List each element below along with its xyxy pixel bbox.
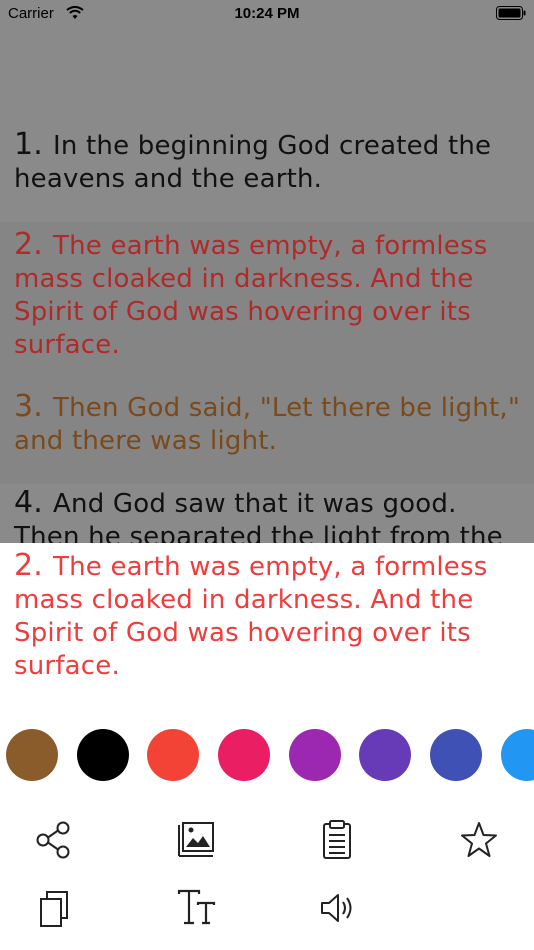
verse-text: In the beginning God created the heavens… <box>14 131 492 194</box>
share-icon <box>36 821 70 859</box>
verse-text: And God saw that it was good. Then he se… <box>14 489 503 543</box>
color-swatch-black[interactable] <box>77 729 129 781</box>
verse-preview: 2. The earth was empty, a formless mass c… <box>14 549 524 683</box>
copy-icon <box>40 891 68 927</box>
bookmark-star-button[interactable] <box>454 815 504 865</box>
color-swatch-indigo[interactable] <box>430 729 482 781</box>
star-icon <box>461 822 497 857</box>
color-swatch-blue[interactable] <box>501 729 534 781</box>
clipboard-button[interactable] <box>312 815 362 865</box>
preview-verse-text: The earth was empty, a formless mass clo… <box>14 552 488 681</box>
speaker-icon <box>321 894 352 922</box>
verse-2[interactable]: 2. The earth was empty, a formless mass c… <box>14 228 524 362</box>
preview-verse-number: 2. <box>14 548 44 583</box>
verse-3[interactable]: 3. Then God said, "Let there be light," a… <box>14 390 524 458</box>
color-swatch-deep-purple[interactable] <box>359 729 411 781</box>
action-toolbar-row-1 <box>0 815 534 871</box>
verse-action-sheet: 2. The earth was empty, a formless mass c… <box>0 543 534 950</box>
speak-button[interactable] <box>312 883 362 933</box>
verse-text: Then God said, "Let there be light," and… <box>14 393 520 456</box>
reader-overlay[interactable]: 1. In the beginning God created the heave… <box>0 28 534 543</box>
share-button[interactable] <box>29 815 79 865</box>
text-size-icon <box>177 889 216 925</box>
verse-1[interactable]: 1. In the beginning God created the heave… <box>14 128 524 196</box>
copy-button[interactable] <box>29 883 79 933</box>
verse-text: The earth was empty, a formless mass clo… <box>14 231 488 360</box>
image-icon <box>178 822 214 857</box>
battery-icon <box>496 6 526 20</box>
status-time: 10:24 PM <box>234 5 300 22</box>
status-bar: Carrier 10:24 PM <box>0 0 534 28</box>
verse-number: 1. <box>14 127 44 162</box>
color-swatch-brown[interactable] <box>6 729 58 781</box>
color-swatch-red[interactable] <box>147 729 199 781</box>
color-swatch-pink[interactable] <box>218 729 270 781</box>
clipboard-icon <box>323 820 351 859</box>
verse-4[interactable]: 4. And God saw that it was good. Then he … <box>14 486 524 543</box>
verse-number: 3. <box>14 389 44 424</box>
color-swatch-purple[interactable] <box>289 729 341 781</box>
highlight-color-palette[interactable] <box>0 729 534 783</box>
verse-number: 2. <box>14 227 44 262</box>
image-button[interactable] <box>172 815 222 865</box>
verse-number: 4. <box>14 485 44 520</box>
font-size-button[interactable] <box>172 883 222 933</box>
action-toolbar-row-2 <box>0 883 534 939</box>
